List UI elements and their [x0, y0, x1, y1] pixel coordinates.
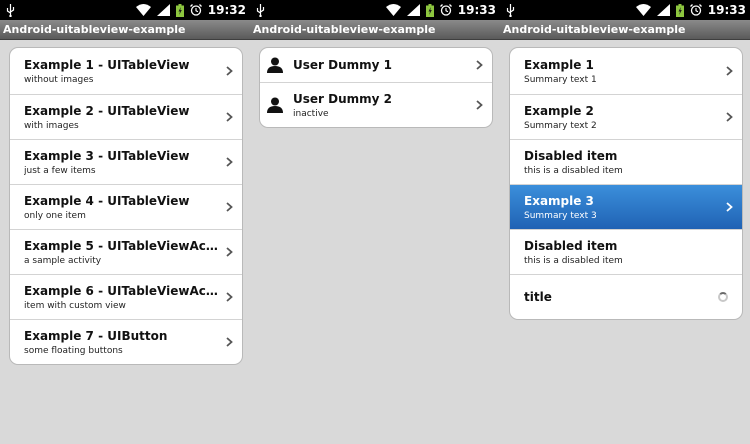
item-subtitle: inactive [293, 108, 329, 119]
users-table: User Dummy 1 User Dummy 2 inactive [259, 47, 493, 128]
selected-list-item[interactable]: Example 3 Summary text 3 [510, 184, 742, 229]
item-subtitle: with images [24, 120, 79, 131]
wifi-icon [385, 4, 401, 16]
signal-icon [156, 4, 170, 16]
chevron-right-icon [226, 157, 233, 167]
item-title: title [524, 290, 552, 304]
app-title-bar: Android-uitableview-example [500, 20, 750, 40]
battery-icon [675, 3, 684, 17]
status-bar: 19:33 [500, 0, 750, 20]
chevron-right-icon [226, 112, 233, 122]
item-subtitle: Summary text 2 [524, 120, 597, 131]
screen-examples: 19:32 Android-uitableview-example Exampl… [0, 0, 250, 444]
item-title: Disabled item [524, 148, 618, 163]
list-item[interactable]: Example 5 - UITableViewActivity a sample… [10, 229, 242, 274]
item-title: Disabled item [524, 238, 618, 253]
item-subtitle: Summary text 3 [524, 210, 597, 221]
status-time: 19:32 [207, 3, 246, 17]
item-subtitle: this is a disabled item [524, 255, 623, 266]
item-title: Example 4 - UITableView [24, 193, 190, 208]
battery-icon [425, 3, 434, 17]
chevron-right-icon [226, 247, 233, 257]
person-icon [267, 57, 283, 73]
signal-icon [406, 4, 420, 16]
chevron-right-icon [726, 66, 733, 76]
list-item[interactable]: Example 3 - UITableView just a few items [10, 139, 242, 184]
chevron-right-icon [226, 66, 233, 76]
usb-icon [256, 3, 265, 17]
list-item[interactable]: Example 1 Summary text 1 [510, 48, 742, 94]
usb-icon [506, 3, 515, 17]
chevron-right-icon [226, 292, 233, 302]
list-item[interactable]: Example 7 - UIButton some floating butto… [10, 319, 242, 364]
app-title-bar: Android-uitableview-example [250, 20, 500, 40]
item-subtitle: without images [24, 74, 94, 85]
list-item[interactable]: Example 2 - UITableView with images [10, 94, 242, 139]
chevron-right-icon [476, 100, 483, 110]
item-title: Example 2 [524, 103, 594, 118]
screen-users: 19:33 Android-uitableview-example User D… [250, 0, 500, 444]
custom-table: Example 1 Summary text 1 Example 2 Summa… [509, 47, 743, 320]
alarm-icon [439, 4, 452, 16]
disabled-list-item: Disabled item this is a disabled item [510, 139, 742, 184]
item-subtitle: this is a disabled item [524, 165, 623, 176]
examples-table: Example 1 - UITableView without images E… [9, 47, 243, 365]
item-subtitle: a sample activity [24, 255, 102, 266]
battery-icon [175, 3, 184, 17]
status-bar: 19:32 [0, 0, 250, 20]
status-time: 19:33 [457, 3, 496, 17]
list-item[interactable]: User Dummy 1 [260, 48, 492, 82]
wifi-icon [135, 4, 151, 16]
list-item[interactable]: Example 4 - UITableView only one item [10, 184, 242, 229]
app-title-bar: Android-uitableview-example [0, 20, 250, 40]
loading-spinner-icon [718, 292, 728, 302]
chevron-right-icon [476, 60, 483, 70]
disabled-list-item: Disabled item this is a disabled item [510, 229, 742, 274]
loading-list-item[interactable]: title [510, 274, 742, 319]
screen-custom: 19:33 Android-uitableview-example Exampl… [500, 0, 750, 444]
item-title: Example 7 - UIButton [24, 328, 168, 343]
item-title: Example 5 - UITableViewActivity [24, 238, 220, 253]
item-title: Example 6 - UITableViewActivity [24, 283, 220, 298]
chevron-right-icon [226, 202, 233, 212]
chevron-right-icon [726, 112, 733, 122]
chevron-right-icon [726, 202, 733, 212]
item-subtitle: item with custom view [24, 300, 126, 311]
status-time: 19:33 [707, 3, 746, 17]
item-title: User Dummy 2 [293, 91, 392, 106]
person-icon [267, 97, 283, 113]
wifi-icon [635, 4, 651, 16]
list-item[interactable]: User Dummy 2 inactive [260, 82, 492, 127]
list-item[interactable]: Example 2 Summary text 2 [510, 94, 742, 139]
alarm-icon [689, 4, 702, 16]
alarm-icon [189, 4, 202, 16]
item-subtitle: just a few items [24, 165, 96, 176]
status-bar: 19:33 [250, 0, 500, 20]
item-subtitle: Summary text 1 [524, 74, 597, 85]
item-title: Example 1 [524, 57, 594, 72]
item-subtitle: some floating buttons [24, 345, 123, 356]
list-item[interactable]: Example 1 - UITableView without images [10, 48, 242, 94]
item-subtitle: only one item [24, 210, 86, 221]
usb-icon [6, 3, 15, 17]
item-title: Example 1 - UITableView [24, 57, 190, 72]
item-title: Example 3 - UITableView [24, 148, 190, 163]
item-title: Example 3 [524, 193, 594, 208]
signal-icon [656, 4, 670, 16]
list-item[interactable]: Example 6 - UITableViewActivity item wit… [10, 274, 242, 319]
item-title: Example 2 - UITableView [24, 103, 190, 118]
chevron-right-icon [226, 337, 233, 347]
item-title: User Dummy 1 [293, 58, 392, 72]
